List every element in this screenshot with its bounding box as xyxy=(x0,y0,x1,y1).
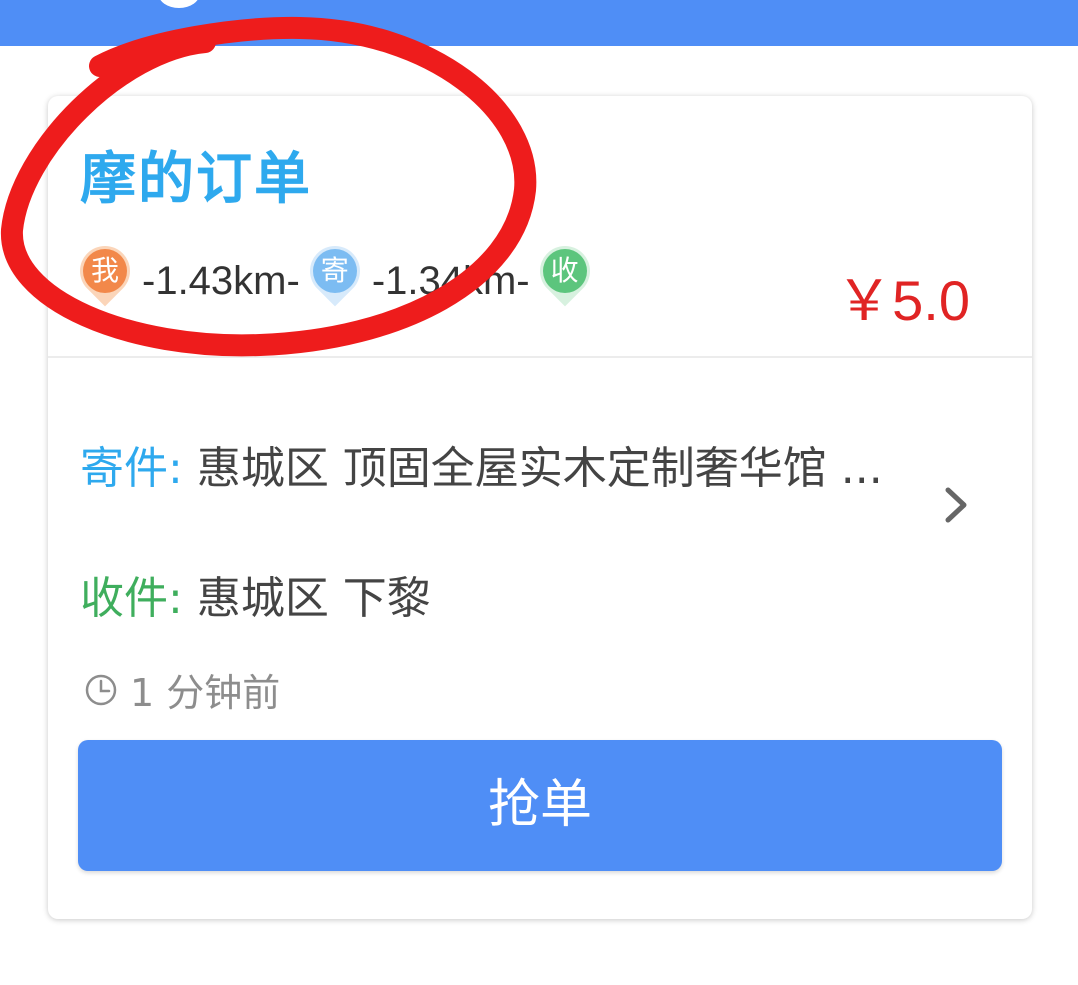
order-time: 1 分钟前 xyxy=(84,662,280,717)
sender-address-row[interactable]: 寄件: 惠城区 顶固全屋实木定制奢华馆 ... xyxy=(80,432,883,496)
grab-order-button[interactable]: 抢单 xyxy=(78,740,1002,871)
sender-label: 寄件: xyxy=(80,443,183,494)
order-price: ￥5.0 xyxy=(836,269,970,332)
sender-pin-icon: 寄 xyxy=(299,235,371,316)
route-distance-row: 我 -1.43km- 寄 -1.34km- 收 xyxy=(69,235,600,316)
distance-to-sender: -1.43km- xyxy=(142,258,300,303)
receiver-address-row[interactable]: 收件: 惠城区 下黎 xyxy=(80,562,431,626)
distance-to-receiver: -1.34km- xyxy=(371,258,530,303)
receiver-pin-icon: 收 xyxy=(529,235,600,316)
chevron-right-icon[interactable] xyxy=(936,484,978,526)
my-location-pin-label: 我 xyxy=(83,249,127,293)
receiver-pin-label: 收 xyxy=(542,249,587,293)
order-title: 摩的订单 xyxy=(80,147,312,212)
receiver-address: 惠城区 下黎 xyxy=(182,573,431,624)
receiver-label: 收件: xyxy=(80,573,183,624)
time-ago-text: 1 分钟前 xyxy=(130,671,281,715)
top-bar xyxy=(0,0,1078,46)
sender-pin-label: 寄 xyxy=(312,249,357,293)
clock-icon xyxy=(85,674,117,705)
divider xyxy=(48,356,1032,358)
sender-address: 惠城区 顶固全屋实木定制奢华馆 ... xyxy=(182,443,883,494)
order-card[interactable]: 摩的订单 我 -1.43km- 寄 -1.34km- 收 ￥5.0 寄件: 惠城… xyxy=(48,96,1032,919)
my-location-pin-icon: 我 xyxy=(69,235,141,316)
top-bar-avatar[interactable] xyxy=(158,0,200,8)
